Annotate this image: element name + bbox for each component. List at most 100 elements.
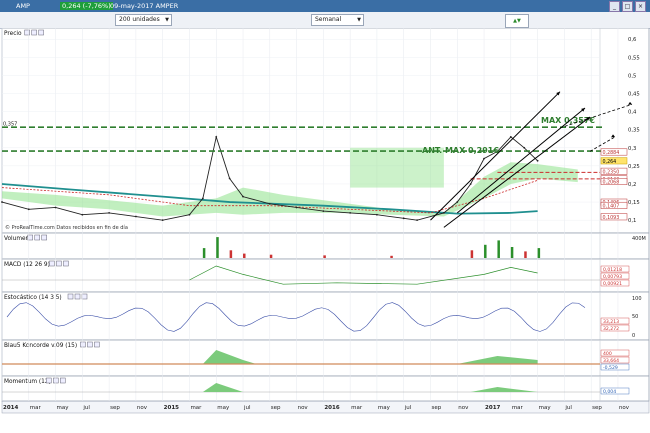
price-point bbox=[509, 136, 512, 138]
close-icon bbox=[60, 377, 66, 384]
volume-bar bbox=[323, 255, 326, 258]
close-button[interactable]: × bbox=[635, 1, 646, 12]
volume-bar bbox=[269, 254, 273, 258]
volume-bar bbox=[390, 255, 393, 258]
x-tick-label: may bbox=[539, 405, 552, 411]
blau-badge-label: 400 bbox=[603, 351, 612, 357]
y-tick-label: 0,6 bbox=[628, 37, 637, 43]
window-title: AMP bbox=[16, 2, 30, 10]
price-point bbox=[27, 208, 30, 211]
price-point bbox=[188, 213, 191, 216]
y-tick-label: 0,45 bbox=[628, 92, 640, 98]
price-point bbox=[242, 195, 244, 198]
x-tick-label: jul bbox=[564, 405, 572, 411]
price-point bbox=[268, 202, 271, 205]
window-icon bbox=[74, 293, 81, 300]
volume-bar bbox=[524, 251, 527, 258]
x-tick-label: 2015 bbox=[164, 405, 179, 411]
minimize-button[interactable]: _ bbox=[609, 1, 620, 12]
chart-window: AMP 0,264 (-7,76%) 09-may-2017 AMPER _ □… bbox=[0, 0, 650, 433]
y-tick-label: 0,2 bbox=[628, 182, 636, 188]
price-badge-label: 0,1093 bbox=[603, 215, 620, 221]
x-tick-label: nov bbox=[458, 405, 469, 411]
y-tick-label: 0,5 bbox=[628, 73, 636, 79]
volume-bar bbox=[510, 247, 514, 258]
momentum-badge-label: 0,004 bbox=[603, 389, 616, 395]
window-icon bbox=[87, 341, 93, 348]
price-point bbox=[295, 206, 298, 209]
x-tick-label: may bbox=[378, 405, 391, 411]
volume-bar bbox=[484, 244, 487, 258]
ant-max-level-label: ANT. MAX 0,291€ bbox=[422, 146, 499, 155]
chevron-down-icon: ▼ bbox=[357, 17, 361, 23]
price-change-badge: 0,264 (-7,76%) bbox=[60, 2, 113, 10]
price-point bbox=[469, 183, 472, 185]
momentum-panel-label: Momentum (12) bbox=[4, 379, 51, 385]
close-icon bbox=[94, 341, 100, 348]
maximize-button[interactable]: □ bbox=[622, 1, 633, 12]
units-select[interactable]: 200 unidades ▼ bbox=[115, 14, 172, 26]
date-label: 09-may-2017 AMPER bbox=[110, 2, 179, 10]
period-select[interactable]: Semanal ▼ bbox=[311, 14, 364, 26]
x-tick-label: sep bbox=[592, 405, 602, 411]
toolbar: 200 unidades ▼ Semanal ▼ ▲▼ bbox=[0, 12, 650, 29]
price-point bbox=[81, 213, 84, 216]
volume-bar bbox=[497, 240, 500, 258]
volume-axis-label: 400M bbox=[632, 236, 646, 242]
price-point bbox=[135, 215, 137, 218]
volume-bar bbox=[202, 248, 206, 258]
window-controls: _ □ × bbox=[609, 1, 646, 12]
stochastic-badge-label: 33,213 bbox=[603, 319, 619, 325]
close-icon bbox=[38, 29, 44, 36]
stochastic-panel-label: Estocástico (14 3 5) bbox=[4, 294, 62, 301]
wrench-icon bbox=[80, 341, 86, 348]
x-tick-label: mar bbox=[190, 405, 202, 411]
wrench-icon bbox=[46, 377, 52, 384]
x-tick-label: nov bbox=[619, 405, 630, 411]
y-tick-label: 0,4 bbox=[628, 110, 637, 116]
chart-type-icon[interactable]: ▲▼ bbox=[505, 14, 529, 28]
price-point bbox=[456, 201, 459, 203]
price-point bbox=[402, 217, 405, 220]
close-icon bbox=[63, 260, 69, 267]
window-icon bbox=[31, 29, 37, 36]
price-point bbox=[376, 213, 378, 216]
price-point bbox=[523, 146, 526, 149]
x-tick-label: jul bbox=[82, 405, 90, 411]
max-level-label: MAX 0,357€ bbox=[541, 116, 595, 125]
stochastic-badge-label: 32,272 bbox=[603, 326, 619, 332]
x-tick-label: sep bbox=[110, 405, 120, 411]
price-point bbox=[108, 212, 111, 214]
x-tick-label: 2014 bbox=[3, 405, 18, 411]
copyright-note: © ProRealTime.com Datos recibidos en fin… bbox=[5, 224, 128, 231]
chart-area: Precio Volumen MACD (12 26 9) Estocástico (… bbox=[1, 28, 650, 414]
volume-bar bbox=[470, 250, 474, 258]
y-tick-label: 0,15 bbox=[628, 200, 640, 206]
x-tick-label: 2016 bbox=[324, 405, 339, 411]
x-tick-label: jul bbox=[243, 405, 251, 411]
price-badge-label: 0,2068 bbox=[603, 180, 620, 186]
window-icon bbox=[56, 260, 62, 267]
x-tick-label: mar bbox=[30, 405, 42, 411]
price-point bbox=[161, 219, 164, 222]
window-icon bbox=[34, 234, 40, 241]
price-badge-label: 0,2350 bbox=[603, 169, 620, 175]
price-badge-label: 0,1407 bbox=[603, 203, 620, 209]
title-bar: AMP 0,264 (-7,76%) 09-may-2017 AMPER _ □… bbox=[0, 0, 650, 12]
price-point bbox=[54, 206, 57, 209]
x-tick-label: mar bbox=[512, 405, 524, 411]
price-point bbox=[416, 219, 418, 222]
blau-panel-label: Blau5 Koncorde v.09 (15) bbox=[4, 343, 77, 349]
y-tick-label: 0,35 bbox=[628, 128, 640, 134]
y-tick-label: 0,55 bbox=[628, 55, 640, 61]
price-badge-label: 0,264 bbox=[603, 159, 617, 165]
stochastic-panel bbox=[1, 291, 650, 341]
price-point bbox=[201, 197, 204, 200]
chevron-down-icon: ▼ bbox=[165, 17, 169, 23]
y-tick-label: 0,25 bbox=[628, 164, 640, 170]
macd-badge-label: 0,01218 bbox=[603, 267, 622, 273]
x-tick-label: may bbox=[217, 405, 230, 411]
x-tick-label: 2017 bbox=[485, 405, 500, 411]
blau-badge-label: 33,664 bbox=[603, 358, 619, 364]
price-point bbox=[483, 157, 485, 160]
